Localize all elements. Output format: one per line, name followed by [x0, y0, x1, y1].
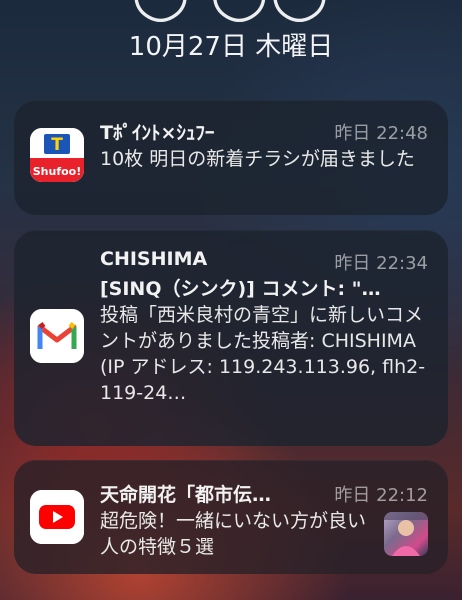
svg-text:Shufoo!: Shufoo! [33, 165, 82, 178]
clock-partial: ◯ ◯◯ [0, 0, 462, 18]
video-thumbnail [384, 512, 428, 556]
notification-card[interactable]: T Shufoo! Tﾎﾟｲﾝﾄ×ｼｭﾌｰ 昨日 22:48 10枚 明日の新着… [14, 100, 448, 215]
notification-time: 昨日 22:34 [334, 253, 428, 274]
notification-time: 昨日 22:48 [334, 123, 428, 144]
notification-card[interactable]: 天命開花「都市伝… 昨日 22:12 超危険！一緒にいない方が良い人の特徴５選 [14, 460, 448, 574]
notification-title: CHISHIMA [100, 248, 208, 270]
shufoo-icon: T Shufoo! [30, 128, 84, 182]
lockscreen-date: 10月27日 木曜日 [128, 32, 334, 62]
notification-title: Tﾎﾟｲﾝﾄ×ｼｭﾌｰ [100, 122, 215, 144]
notification-card[interactable]: CHISHIMA 昨日 22:34 [SINQ（シンク)] コメント: "… 投… [14, 230, 448, 446]
youtube-icon [30, 490, 84, 544]
svg-text:T: T [51, 135, 63, 155]
notification-title: 天命開花「都市伝… [100, 484, 272, 506]
gmail-icon [30, 309, 84, 363]
notification-body: 超危険！一緒にいない方が良い人の特徴５選 [100, 510, 367, 558]
notification-subtitle: [SINQ（シンク)] コメント: "… [100, 278, 381, 300]
notification-time: 昨日 22:12 [334, 485, 428, 506]
notification-body: 投稿「西米良村の青空」に新しいコメントがありました投稿者: CHISHIMA (… [100, 304, 426, 404]
notification-body: 10枚 明日の新着チラシが届きました [100, 148, 415, 170]
